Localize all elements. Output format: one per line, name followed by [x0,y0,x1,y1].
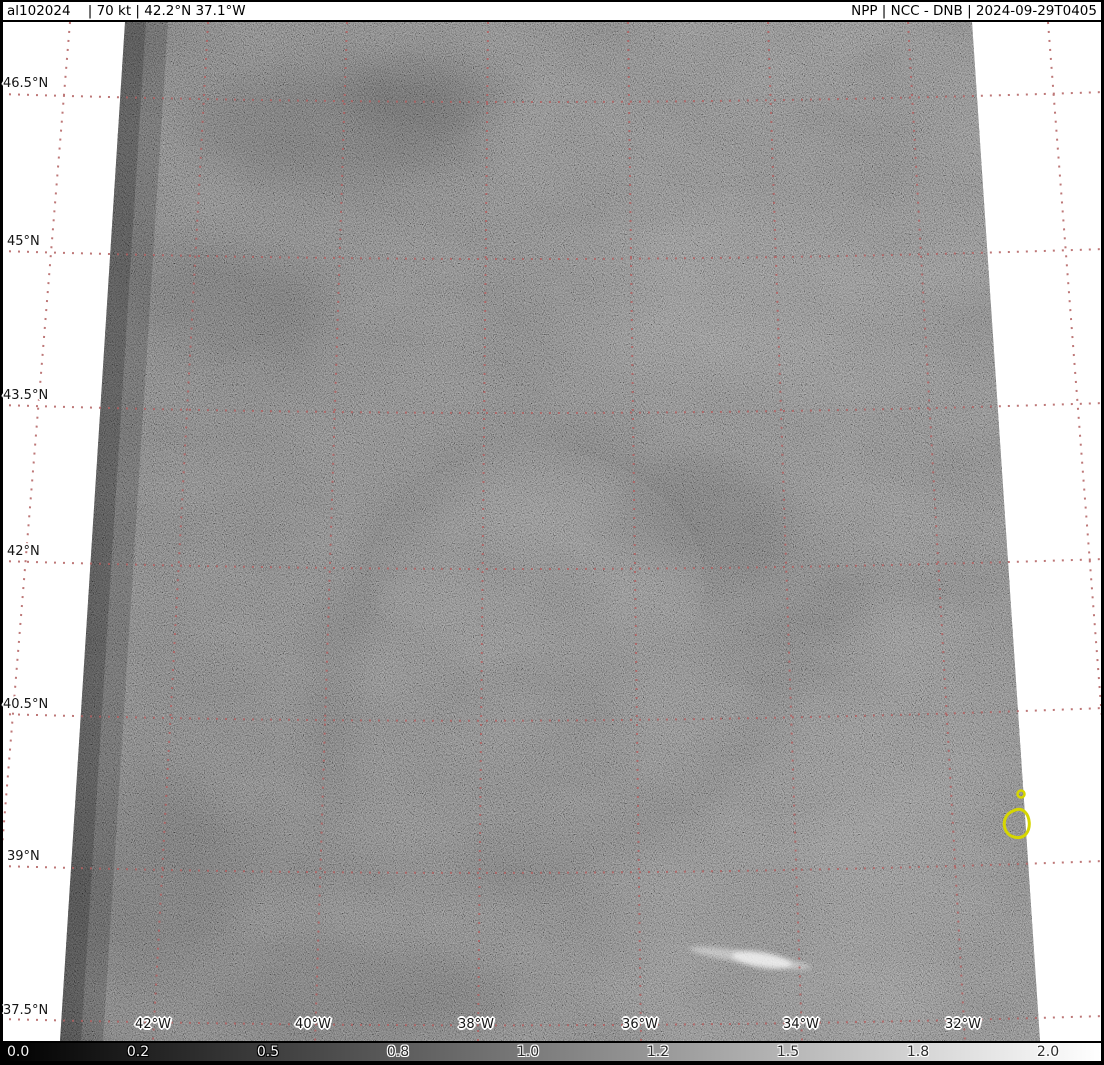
colorbar: 0.0 0.2 0.5 0.8 1.0 1.2 1.5 1.8 2.0 [3,1043,1101,1061]
lat-label: 45°N [7,234,40,249]
lon-label: 38°W [458,1017,494,1032]
lat-label: 40.5°N [3,697,49,712]
colorbar-tick: 1.8 [906,1044,930,1060]
lat-label: 37.5°N [3,1003,49,1018]
colorbar-tick: 0.2 [126,1044,150,1060]
colorbar-tick: 2.0 [1036,1044,1060,1060]
satellite-swath [60,22,1040,1041]
lat-label: 39°N [7,849,40,864]
lat-label: 43.5°N [3,388,49,403]
lon-label: 42°W [135,1017,171,1032]
storm-info-text: al102024 | 70 kt | 42.2°N 37.1°W [7,3,246,19]
lat-label: 46.5°N [3,76,49,91]
product-info-text: NPP | NCC - DNB | 2024-09-29T0405 [851,3,1097,19]
lon-label: 40°W [295,1017,331,1032]
lon-label: 34°W [783,1017,819,1032]
satellite-product-view: al102024 | 70 kt | 42.2°N 37.1°W NPP | N… [0,0,1104,1065]
colorbar-tick: 1.2 [646,1044,670,1060]
colorbar-tick: 0.0 [7,1044,30,1060]
colorbar-tick: 1.5 [776,1044,800,1060]
title-bar: al102024 | 70 kt | 42.2°N 37.1°W NPP | N… [3,2,1101,20]
lon-label: 32°W [945,1017,981,1032]
satellite-image-canvas [3,22,1101,1041]
satellite-image-area [3,22,1101,1041]
lon-label: 36°W [622,1017,658,1032]
colorbar-tick: 1.0 [516,1044,540,1060]
colorbar-tick: 0.8 [386,1044,410,1060]
lat-label: 42°N [7,544,40,559]
colorbar-tick: 0.5 [256,1044,280,1060]
